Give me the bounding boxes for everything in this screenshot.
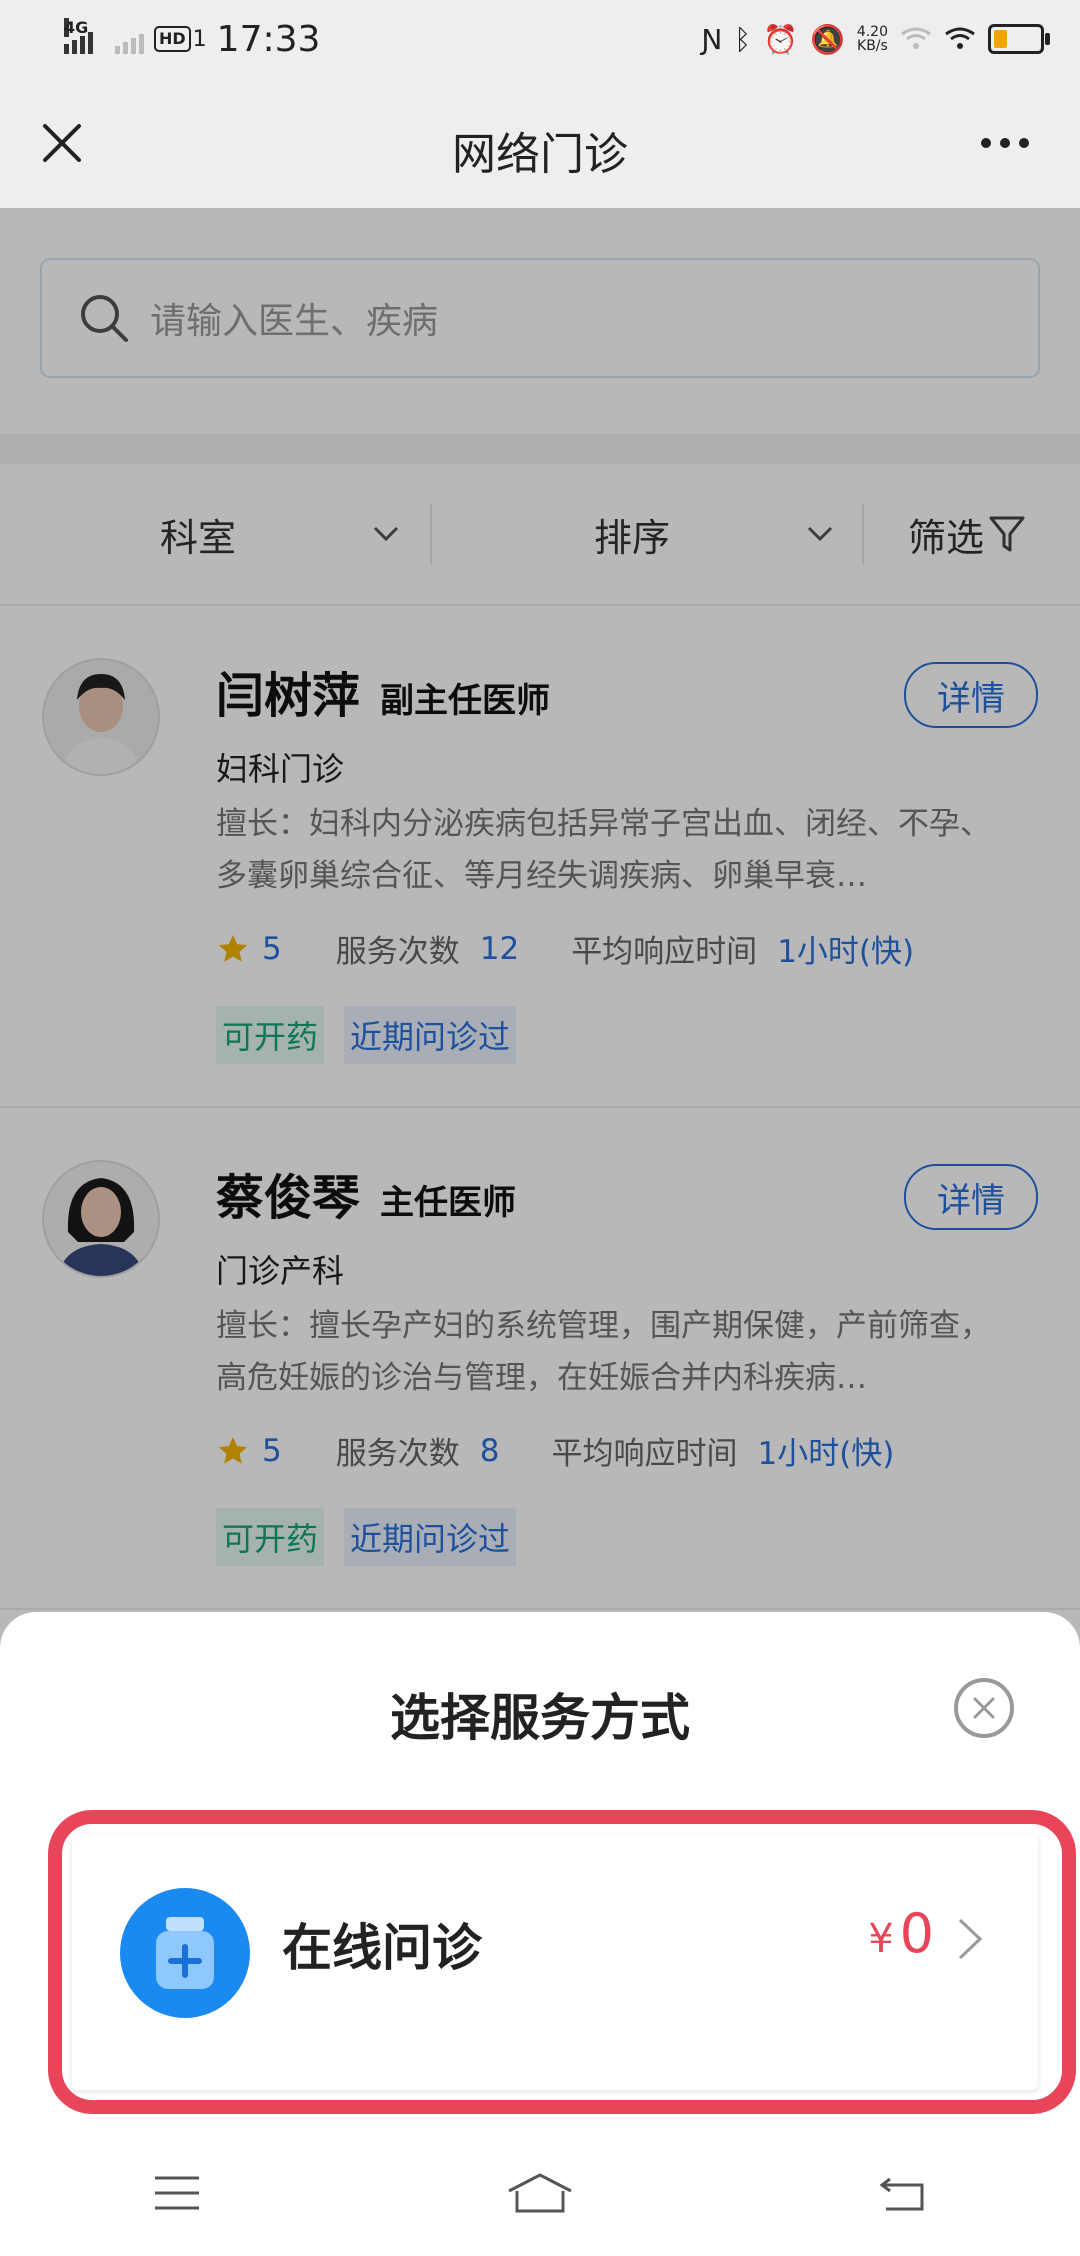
signal-4g-icon: 4G: [64, 18, 93, 54]
status-bar: 4G HD 1 17:33 Ɲ ᛒ ⏰ 🔕 4.20 KB/s: [0, 0, 1080, 78]
currency-symbol: ¥: [868, 1916, 894, 1962]
top-nav-bar: 网络门诊: [0, 78, 1080, 208]
speed-unit: KB/s: [857, 38, 888, 54]
clock: 17:33: [216, 18, 321, 60]
nfc-icon: Ɲ: [701, 22, 723, 56]
system-nav-bar: [0, 2130, 1080, 2256]
alarm-icon: ⏰: [763, 22, 798, 56]
more-dot-icon: [981, 138, 991, 148]
medicine-bottle-icon: [120, 1888, 250, 2018]
price-value: 0: [899, 1902, 934, 1965]
more-dot-icon: [1019, 138, 1029, 148]
online-consult-option[interactable]: 在线问诊 ¥0: [48, 1810, 1076, 2114]
sheet-close-button[interactable]: [954, 1678, 1014, 1738]
speed-value: 4.20: [856, 24, 888, 40]
status-left: 4G HD 1 17:33: [64, 12, 320, 66]
network-speed: 4.20 KB/s: [857, 25, 888, 53]
signal-sim2-icon: [115, 24, 144, 54]
mute-icon: 🔕: [809, 22, 845, 56]
wifi-icon: [945, 27, 975, 49]
sheet-title: 选择服务方式: [390, 1689, 690, 1747]
close-icon: [973, 1697, 995, 1719]
chevron-right-icon: [958, 1918, 983, 1960]
service-card: 在线问诊 ¥0: [72, 1834, 1038, 2090]
more-button[interactable]: [970, 111, 1040, 175]
network-type: 4G: [64, 18, 89, 37]
battery-icon: [988, 24, 1050, 54]
back-icon[interactable]: [878, 2173, 928, 2213]
hd-sub: 1: [192, 26, 207, 52]
wifi-icon-weak: [901, 27, 931, 49]
more-dot-icon: [1000, 138, 1010, 148]
status-right: Ɲ ᛒ ⏰ 🔕 4.20 KB/s: [701, 12, 1050, 66]
home-icon[interactable]: [505, 2171, 575, 2215]
bluetooth-icon: ᛒ: [734, 22, 752, 56]
service-price: ¥0: [868, 1902, 934, 1965]
hd-badge: HD: [154, 26, 191, 52]
service-label: 在线问诊: [282, 1919, 482, 1977]
page-title: 网络门诊: [452, 129, 628, 180]
menu-icon[interactable]: [152, 2173, 202, 2213]
